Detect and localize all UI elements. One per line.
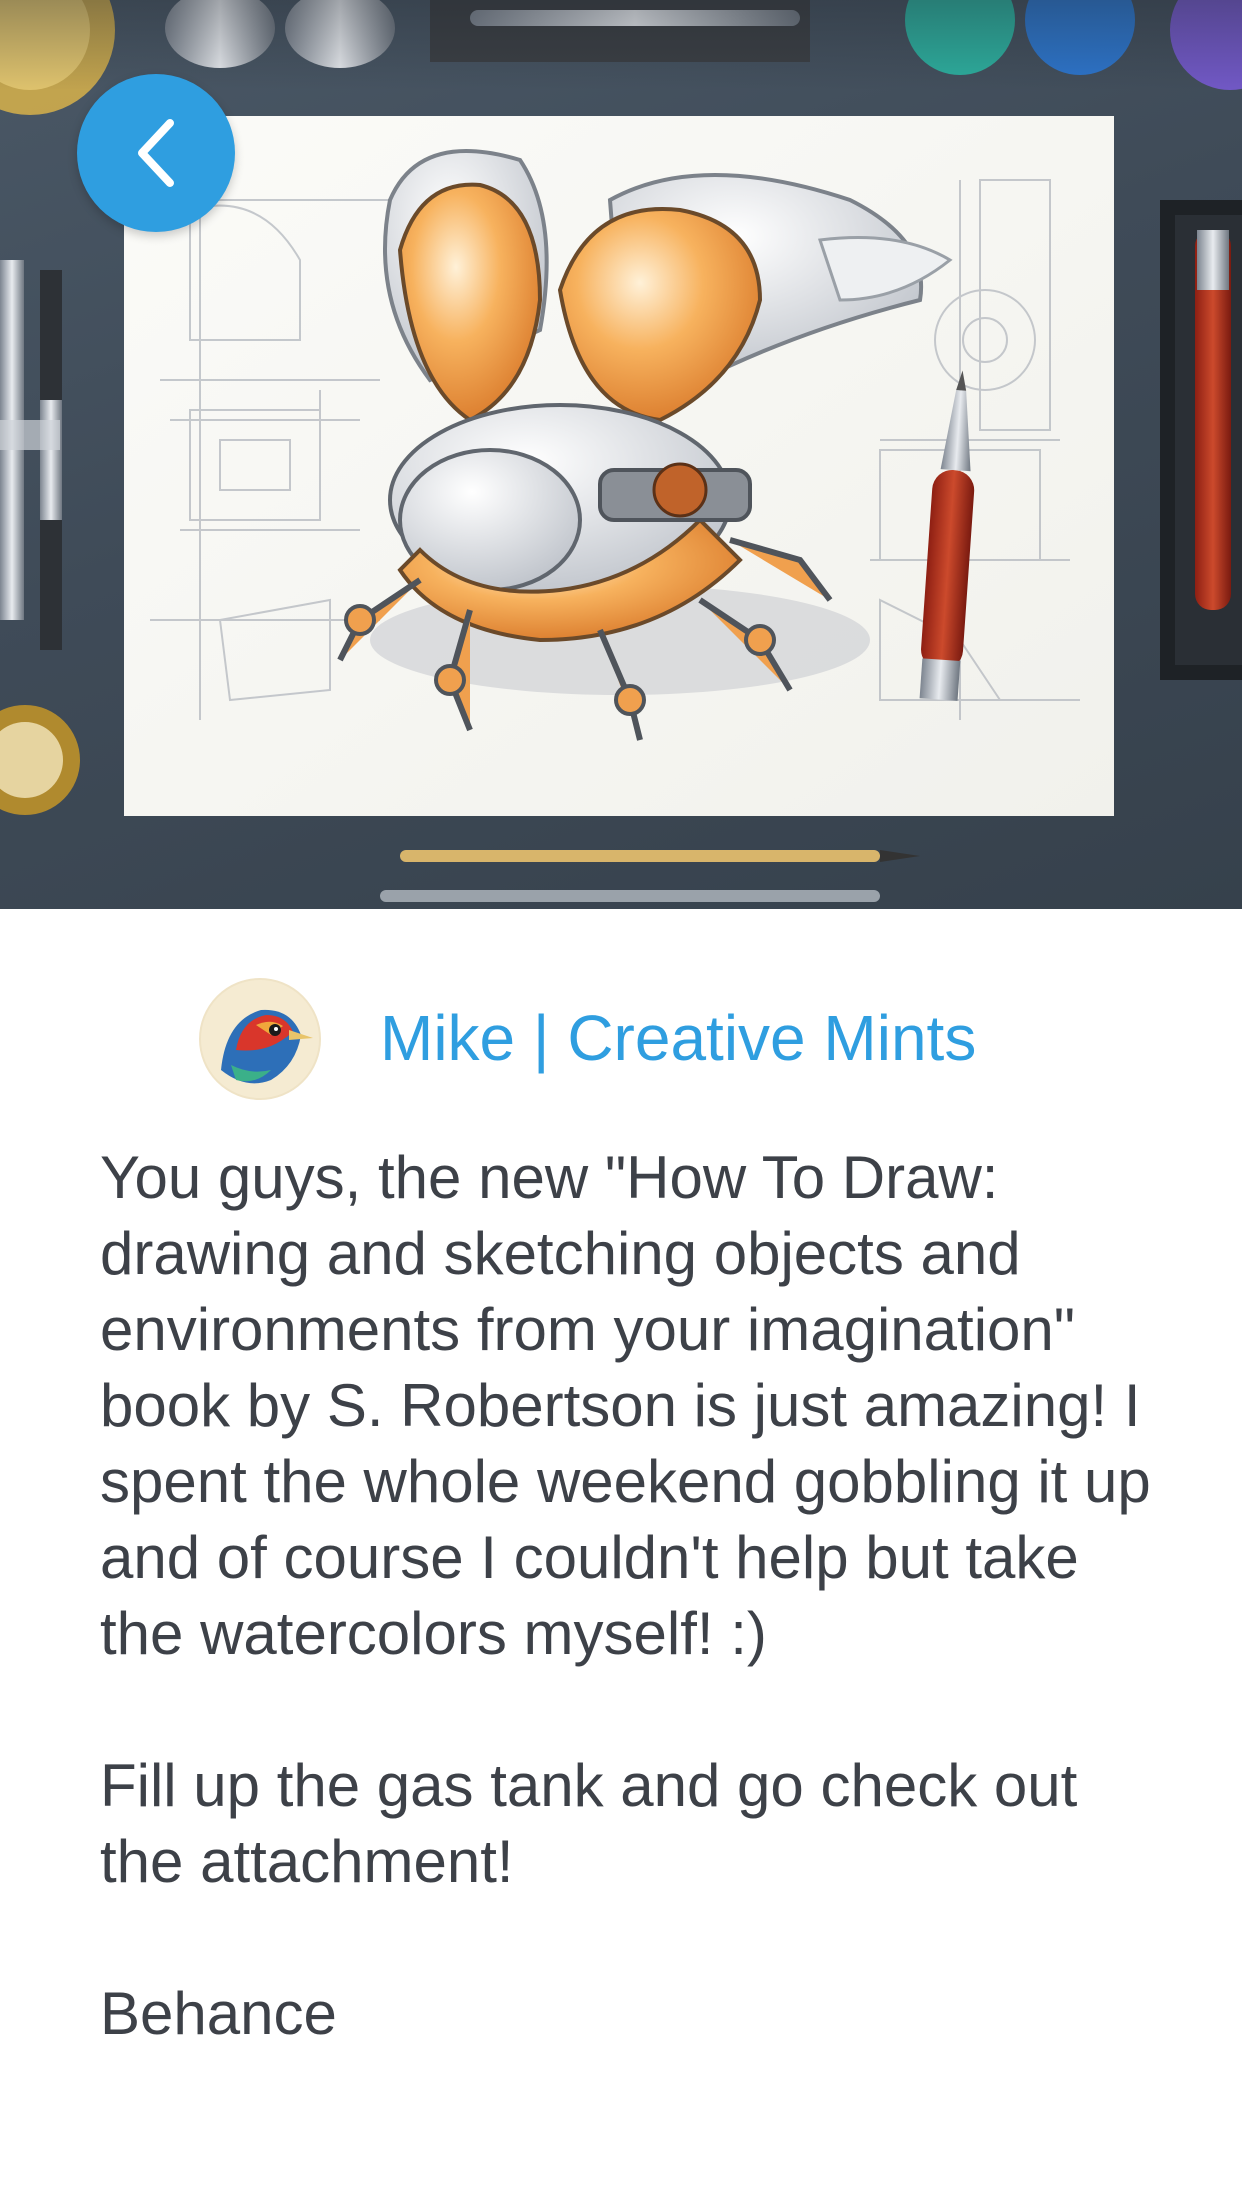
- top-shadow: [0, 0, 1242, 90]
- avatar[interactable]: [199, 978, 321, 1100]
- chevron-left-icon: [126, 113, 186, 193]
- bird-avatar-icon: [201, 980, 319, 1098]
- author-row: Mike | Creative Mints: [0, 978, 1242, 1102]
- author-name-link[interactable]: Mike | Creative Mints: [380, 1002, 976, 1074]
- post-body-text: You guys, the new "How To Draw: drawing …: [100, 1144, 1151, 2047]
- back-button[interactable]: [77, 74, 235, 232]
